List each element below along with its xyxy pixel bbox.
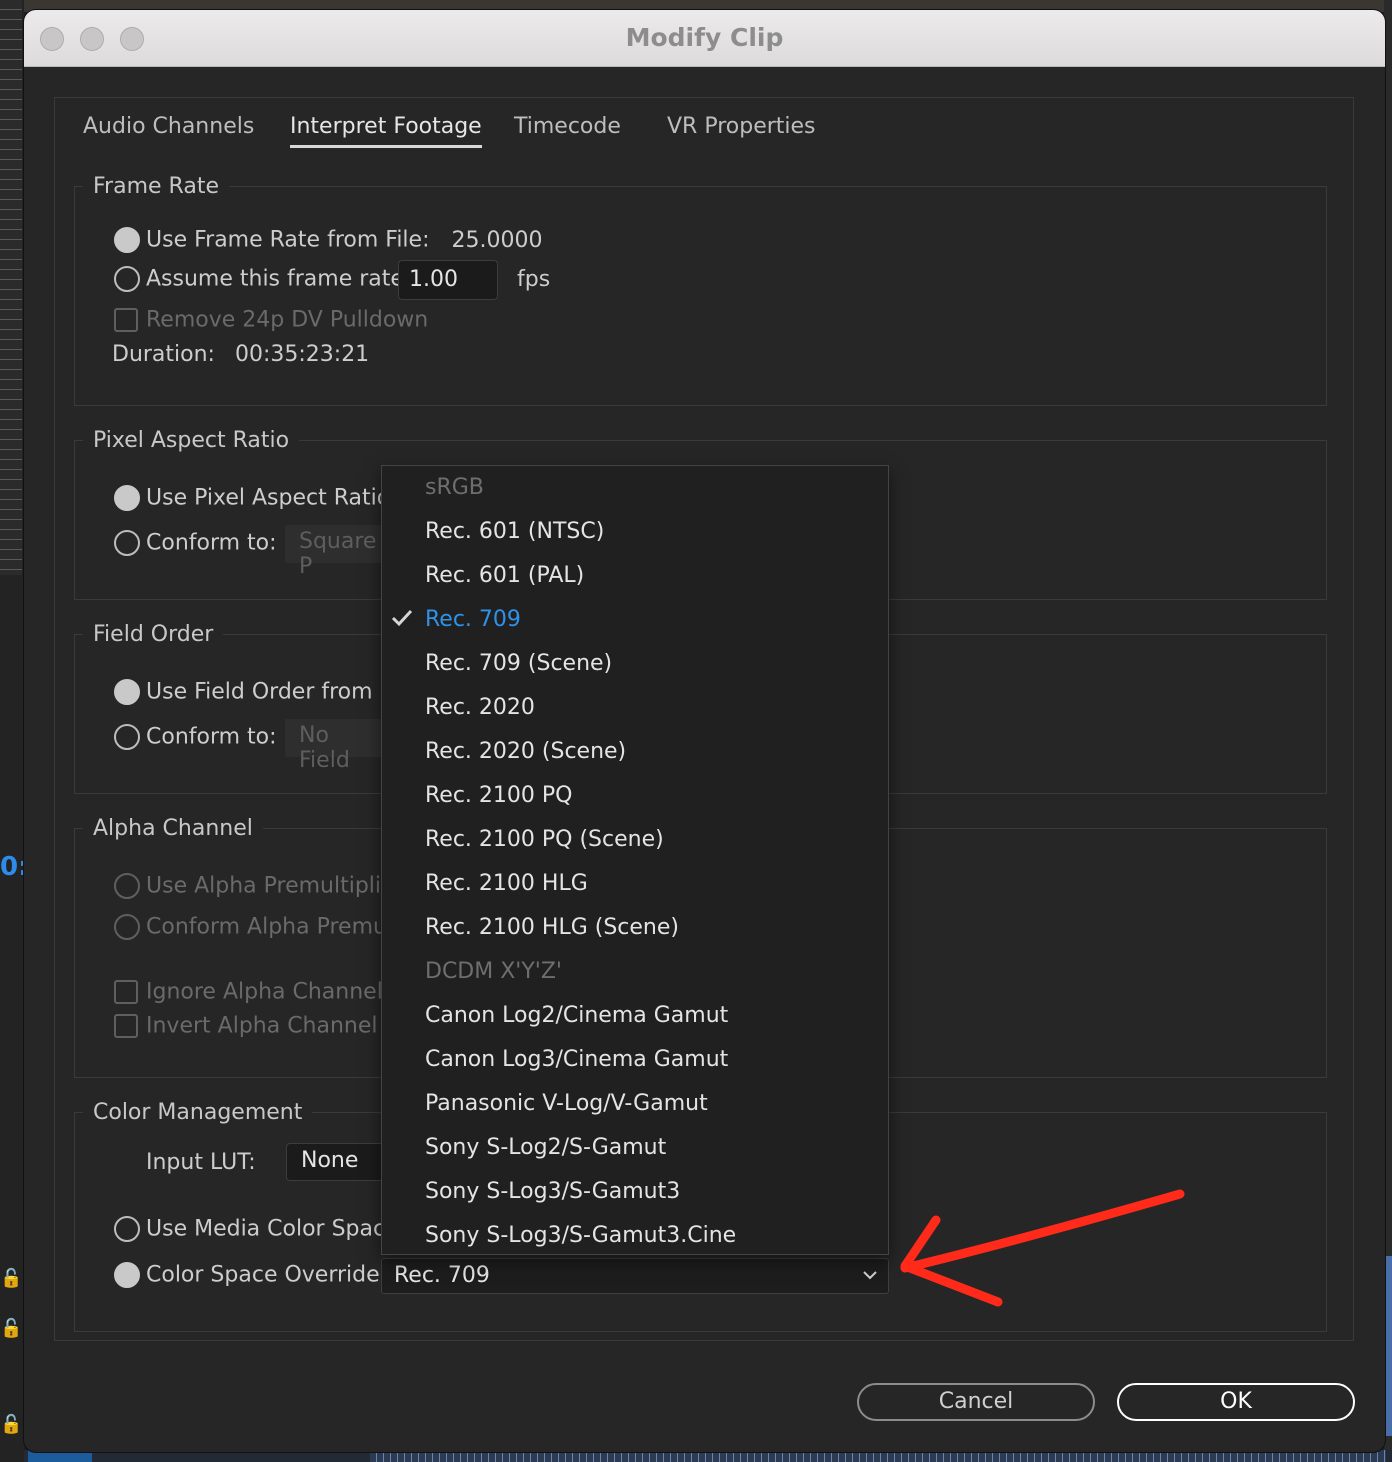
pixel-aspect-from-file-label: Use Pixel Aspect Ratio fr — [146, 485, 414, 511]
checkmark-icon — [391, 609, 413, 627]
alpha-premultiplication-label: Use Alpha Premultiplica — [146, 873, 407, 899]
cancel-button[interactable]: Cancel — [857, 1383, 1095, 1421]
radio-selected-icon[interactable] — [114, 485, 140, 511]
timeline-clip[interactable] — [1384, 1256, 1392, 1436]
field-order-from-file-label: Use Field Order from Fil — [146, 679, 403, 705]
tab-timecode[interactable]: Timecode — [514, 114, 621, 139]
use-media-color-space-option[interactable]: Use Media Color Space f — [114, 1216, 413, 1242]
track-lock-icon[interactable]: 🔓 — [0, 1414, 22, 1435]
duration-value: 00:35:23:21 — [234, 342, 370, 367]
alpha-premultiplication-option: Use Alpha Premultiplica — [114, 873, 407, 899]
duration-label: Duration: — [112, 342, 215, 367]
ok-button[interactable]: OK — [1117, 1383, 1355, 1421]
pixel-aspect-conform-label: Conform to: — [146, 530, 277, 556]
pixel-aspect-conform-option[interactable]: Conform to: — [114, 530, 277, 556]
frame-rate-input[interactable]: 1.00 — [398, 260, 498, 300]
color-space-option[interactable]: Rec. 2100 PQ — [425, 783, 572, 808]
color-space-option[interactable]: Panasonic V-Log/V-Gamut — [425, 1091, 708, 1116]
background-app-right-strip — [1384, 0, 1392, 1462]
radio-unselected-icon[interactable] — [114, 530, 140, 556]
pixel-aspect-ratio-legend: Pixel Aspect Ratio — [93, 428, 290, 453]
invert-alpha-label: Invert Alpha Channel — [146, 1013, 378, 1039]
window-title: Modify Clip — [625, 23, 784, 52]
field-order-from-file-option[interactable]: Use Field Order from Fil — [114, 679, 403, 705]
radio-selected-icon[interactable] — [114, 227, 140, 253]
ignore-alpha-label: Ignore Alpha Channel — [146, 979, 383, 1005]
field-order-conform-select: No Field — [285, 719, 385, 773]
color-space-override-select[interactable]: Rec. 709 — [381, 1258, 889, 1294]
assume-frame-rate-option[interactable]: Assume this frame rate: — [114, 266, 411, 292]
color-management-legend: Color Management — [93, 1100, 303, 1125]
track-lock-icon[interactable]: 🔓 — [0, 1268, 22, 1289]
input-lut-label: Input LUT: — [146, 1150, 256, 1175]
use-media-color-space-label: Use Media Color Space f — [146, 1216, 414, 1242]
checkbox-icon — [114, 980, 138, 1004]
remove-pulldown-option: Remove 24p DV Pulldown — [114, 307, 428, 333]
color-space-override-value: Rec. 709 — [394, 1263, 490, 1288]
color-space-option[interactable]: Sony S-Log2/S-Gamut — [425, 1135, 666, 1160]
alpha-channel-legend: Alpha Channel — [93, 816, 253, 841]
color-space-option[interactable]: Sony S-Log3/S-Gamut3 — [425, 1179, 680, 1204]
tab-interpret-footage[interactable]: Interpret Footage — [290, 114, 482, 148]
assume-frame-rate-label: Assume this frame rate: — [146, 266, 412, 292]
conform-alpha-premult-option: Conform Alpha Premult — [114, 914, 402, 940]
color-space-option[interactable]: Rec. 601 (PAL) — [425, 563, 584, 588]
radio-unselected-icon[interactable] — [114, 266, 140, 292]
pixel-aspect-conform-select: Square P — [285, 525, 385, 579]
radio-unselected-icon[interactable] — [114, 1216, 140, 1242]
color-space-option[interactable]: Rec. 2100 HLG — [425, 871, 588, 896]
radio-disabled-icon — [114, 873, 140, 899]
color-space-option[interactable]: Rec. 2020 — [425, 695, 535, 720]
ignore-alpha-option: Ignore Alpha Channel — [114, 979, 383, 1005]
frame-rate-from-file-option[interactable]: Use Frame Rate from File: 25.0000 — [114, 227, 542, 253]
radio-selected-icon[interactable] — [114, 1262, 140, 1288]
invert-alpha-option: Invert Alpha Channel — [114, 1013, 378, 1039]
track-lock-icon[interactable]: 🔓 — [0, 1318, 22, 1339]
tab-vr-properties[interactable]: VR Properties — [667, 114, 816, 139]
color-space-override-label: Color Space Override: — [146, 1262, 388, 1288]
color-space-option[interactable]: Canon Log3/Cinema Gamut — [425, 1047, 728, 1072]
color-space-option[interactable]: Rec. 2100 PQ (Scene) — [425, 827, 664, 852]
color-space-option[interactable]: Rec. 709 (Scene) — [425, 651, 612, 676]
color-space-option[interactable]: Rec. 2020 (Scene) — [425, 739, 626, 764]
field-order-conform-option[interactable]: Conform to: — [114, 724, 277, 750]
frame-rate-legend: Frame Rate — [93, 174, 219, 199]
radio-selected-icon[interactable] — [114, 679, 140, 705]
color-space-dropdown-menu[interactable]: sRGB Rec. 601 (NTSC) Rec. 601 (PAL) Rec. 70… — [381, 465, 889, 1255]
color-space-option[interactable]: Rec. 709 — [425, 607, 521, 632]
duration-row: Duration: 00:35:23:21 — [112, 342, 369, 367]
checkbox-icon — [114, 1014, 138, 1038]
color-space-option: sRGB — [425, 475, 484, 500]
background-app-left-strip: 0: 🔓 🔓 🔓 — [0, 0, 29, 1462]
frame-rate-from-file-value: 25.0000 — [451, 227, 543, 253]
conform-alpha-premult-label: Conform Alpha Premult — [146, 914, 402, 940]
field-order-legend: Field Order — [93, 622, 214, 647]
remove-pulldown-label: Remove 24p DV Pulldown — [146, 307, 429, 333]
chevron-down-icon — [863, 1271, 877, 1280]
radio-disabled-icon — [114, 914, 140, 940]
tab-audio-channels[interactable]: Audio Channels — [83, 114, 254, 139]
frame-rate-from-file-label: Use Frame Rate from File: — [146, 227, 430, 253]
fps-unit: fps — [517, 267, 551, 292]
color-space-override-option[interactable]: Color Space Override: — [114, 1262, 387, 1288]
field-order-conform-label: Conform to: — [146, 724, 277, 750]
time-ruler — [0, 0, 22, 575]
pixel-aspect-from-file-option[interactable]: Use Pixel Aspect Ratio fr — [114, 485, 414, 511]
color-space-option[interactable]: Canon Log2/Cinema Gamut — [425, 1003, 728, 1028]
color-space-option: DCDM X'Y'Z' — [425, 959, 562, 984]
title-bar[interactable]: Modify Clip — [24, 10, 1385, 67]
color-space-option[interactable]: Rec. 2100 HLG (Scene) — [425, 915, 679, 940]
checkbox-icon — [114, 308, 138, 332]
color-space-option[interactable]: Rec. 601 (NTSC) — [425, 519, 604, 544]
color-space-option[interactable]: Sony S-Log3/S-Gamut3.Cine — [425, 1223, 736, 1248]
radio-unselected-icon[interactable] — [114, 724, 140, 750]
